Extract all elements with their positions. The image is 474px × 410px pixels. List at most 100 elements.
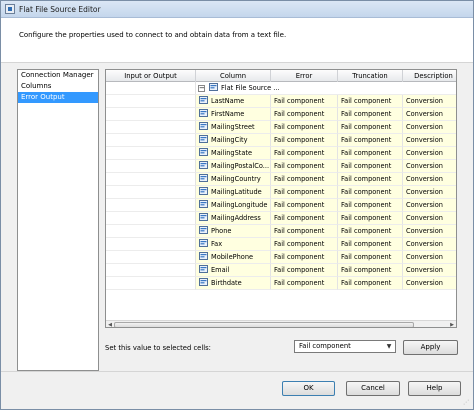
title-bar: Flat File Source Editor xyxy=(1,1,473,18)
table-row[interactable]: MailingState Fail component Fail component… xyxy=(106,147,456,160)
column-name: Email xyxy=(211,266,230,274)
error-cell[interactable]: Fail component xyxy=(271,212,338,225)
error-cell[interactable]: Fail component xyxy=(271,264,338,277)
error-cell[interactable]: Fail component xyxy=(271,173,338,186)
table-row[interactable]: MailingAddress Fail component Fail compone… xyxy=(106,212,456,225)
error-cell[interactable]: Fail component xyxy=(271,160,338,173)
table-row[interactable]: Birthdate Fail component Fail component Con… xyxy=(106,277,456,290)
error-action-select[interactable]: Fail component ▼ xyxy=(294,340,396,353)
app-icon xyxy=(5,4,15,14)
table-row[interactable]: FirstName Fail component Fail component Con… xyxy=(106,108,456,121)
description-cell[interactable]: Conversion xyxy=(403,173,456,186)
dropdown-arrow-icon[interactable]: ▼ xyxy=(385,342,393,351)
error-cell[interactable]: Fail component xyxy=(271,225,338,238)
output-group-cell[interactable]: − Flat File Source ... xyxy=(196,82,456,95)
table-row[interactable]: LastName Fail component Fail component Conv… xyxy=(106,95,456,108)
truncation-cell[interactable]: Fail component xyxy=(338,108,403,121)
table-row[interactable]: MailingLatitude Fail component Fail compon… xyxy=(106,186,456,199)
table-row[interactable]: Fax Fail component Fail component Conversio… xyxy=(106,238,456,251)
empty-cell xyxy=(106,225,196,238)
table-row[interactable]: Phone Fail component Fail component Convers… xyxy=(106,225,456,238)
error-cell[interactable]: Fail component xyxy=(271,238,338,251)
nav-item-connection-manager[interactable]: Connection Manager xyxy=(18,70,98,81)
table-row[interactable]: MailingStreet Fail component Fail componen… xyxy=(106,121,456,134)
collapse-icon[interactable]: − xyxy=(198,85,205,92)
header-column[interactable]: Column xyxy=(196,70,271,82)
empty-cell xyxy=(106,82,196,95)
header-error[interactable]: Error xyxy=(271,70,338,82)
flat-file-source-editor-window: Flat File Source Editor Configure the pr… xyxy=(0,0,474,410)
horizontal-scrollbar[interactable]: ◀ ▶ xyxy=(106,320,456,327)
error-cell[interactable]: Fail component xyxy=(271,199,338,212)
error-cell[interactable]: Fail component xyxy=(271,95,338,108)
column-icon xyxy=(199,226,211,235)
description-cell[interactable]: Conversion xyxy=(403,238,456,251)
empty-cell xyxy=(106,160,196,173)
header-description[interactable]: Description xyxy=(403,70,456,82)
error-cell[interactable]: Fail component xyxy=(271,108,338,121)
truncation-cell[interactable]: Fail component xyxy=(338,160,403,173)
error-cell[interactable]: Fail component xyxy=(271,121,338,134)
description-cell[interactable]: Conversion xyxy=(403,121,456,134)
header-truncation[interactable]: Truncation xyxy=(338,70,403,82)
truncation-cell[interactable]: Fail component xyxy=(338,134,403,147)
description-cell[interactable]: Conversion xyxy=(403,160,456,173)
table-row[interactable]: MailingPostalCo... Fail component Fail com… xyxy=(106,160,456,173)
truncation-cell[interactable]: Fail component xyxy=(338,238,403,251)
cancel-button[interactable]: Cancel xyxy=(346,381,400,396)
truncation-cell[interactable]: Fail component xyxy=(338,277,403,290)
output-group-row[interactable]: − Flat File Source ... xyxy=(106,82,456,95)
help-button[interactable]: Help xyxy=(408,381,461,396)
truncation-cell[interactable]: Fail component xyxy=(338,95,403,108)
column-icon xyxy=(199,96,211,105)
error-cell[interactable]: Fail component xyxy=(271,147,338,160)
ok-button[interactable]: OK xyxy=(282,381,335,396)
description-cell[interactable]: Conversion xyxy=(403,264,456,277)
description-cell[interactable]: Conversion xyxy=(403,277,456,290)
truncation-cell[interactable]: Fail component xyxy=(338,121,403,134)
column-icon xyxy=(199,135,211,144)
description-cell[interactable]: Conversion xyxy=(403,95,456,108)
output-group-label: Flat File Source ... xyxy=(221,84,280,92)
description-cell[interactable]: Conversion xyxy=(403,134,456,147)
nav-item-columns[interactable]: Columns xyxy=(18,81,98,92)
description-cell[interactable]: Conversion xyxy=(403,186,456,199)
truncation-cell[interactable]: Fail component xyxy=(338,173,403,186)
header-input-or-output[interactable]: Input or Output xyxy=(106,70,196,82)
description-cell[interactable]: Conversion xyxy=(403,212,456,225)
empty-cell xyxy=(106,108,196,121)
scroll-thumb[interactable] xyxy=(114,322,414,327)
truncation-cell[interactable]: Fail component xyxy=(338,186,403,199)
table-row[interactable]: Email Fail component Fail component Convers… xyxy=(106,264,456,277)
empty-cell xyxy=(106,199,196,212)
column-name: FirstName xyxy=(211,110,245,118)
window-title: Flat File Source Editor xyxy=(19,5,101,14)
table-row[interactable]: MailingLongitude Fail component Fail compo… xyxy=(106,199,456,212)
resize-grip-icon[interactable]: ⋰ xyxy=(463,399,471,407)
nav-item-error-output[interactable]: Error Output xyxy=(18,92,98,103)
set-value-label: Set this value to selected cells: xyxy=(105,344,211,352)
description-cell[interactable]: Conversion xyxy=(403,199,456,212)
table-row[interactable]: MobilePhone Fail component Fail component C… xyxy=(106,251,456,264)
description-cell[interactable]: Conversion xyxy=(403,225,456,238)
error-cell[interactable]: Fail component xyxy=(271,186,338,199)
error-cell[interactable]: Fail component xyxy=(271,277,338,290)
truncation-cell[interactable]: Fail component xyxy=(338,199,403,212)
scroll-right-icon[interactable]: ▶ xyxy=(448,321,456,327)
truncation-cell[interactable]: Fail component xyxy=(338,264,403,277)
table-row[interactable]: MailingCity Fail component Fail component C… xyxy=(106,134,456,147)
truncation-cell[interactable]: Fail component xyxy=(338,147,403,160)
truncation-cell[interactable]: Fail component xyxy=(338,212,403,225)
error-cell[interactable]: Fail component xyxy=(271,251,338,264)
column-name-cell: MailingLongitude xyxy=(196,199,271,212)
table-row[interactable]: MailingCountry Fail component Fail compone… xyxy=(106,173,456,186)
apply-button[interactable]: Apply xyxy=(403,340,458,355)
description-cell[interactable]: Conversion xyxy=(403,108,456,121)
scroll-left-icon[interactable]: ◀ xyxy=(106,321,114,327)
error-cell[interactable]: Fail component xyxy=(271,134,338,147)
column-icon xyxy=(199,122,211,131)
truncation-cell[interactable]: Fail component xyxy=(338,251,403,264)
description-cell[interactable]: Conversion xyxy=(403,251,456,264)
description-cell[interactable]: Conversion xyxy=(403,147,456,160)
truncation-cell[interactable]: Fail component xyxy=(338,225,403,238)
